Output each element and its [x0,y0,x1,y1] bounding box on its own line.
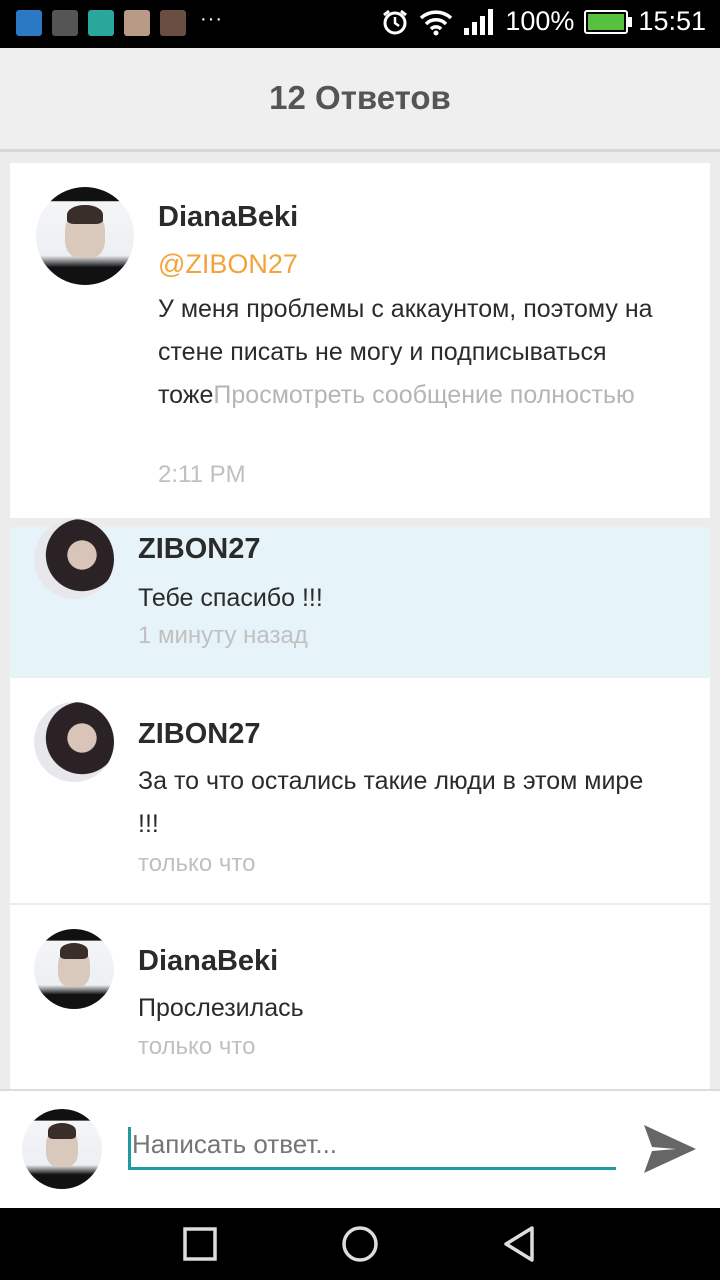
reply-time: только что [138,850,256,877]
send-icon[interactable] [642,1121,698,1177]
reply-author[interactable]: DianaBeki [138,945,278,978]
reply-time: 1 минуту назад [138,622,308,649]
view-full-message-link[interactable]: Просмотреть сообщение полностью [213,381,634,409]
reply-item[interactable]: ZIBON27 Тебе спасибо !!! 1 минуту назад [10,519,710,677]
clock: 15:51 [638,6,706,36]
post-text: У меня проблемы с аккаунтом, поэтому на … [158,288,658,417]
reply-item[interactable]: ZIBON27 За то что остались такие люди в … [10,678,710,904]
reply-author[interactable]: ZIBON27 [138,718,260,751]
app-bar: 12 Ответов [0,48,720,152]
text-caret [128,1127,131,1167]
system-nav-bar [0,1208,720,1280]
home-icon[interactable] [338,1222,382,1266]
avatar[interactable] [34,929,114,1009]
more-notifications-icon: ··· [200,7,223,30]
avatar[interactable] [36,187,134,285]
notification-app-icon [52,10,78,36]
reply-input[interactable] [128,1121,616,1170]
post-mention[interactable]: @ZIBON27 [158,249,298,280]
post-time: 2:11 PM [158,461,246,488]
battery-percent: 100% [505,6,575,36]
my-avatar [22,1109,102,1189]
reply-text: Тебе спасибо !!! [138,584,323,612]
alarm-icon [383,9,408,34]
status-bar: ··· 100% 15:51 [0,0,720,48]
notification-app-icon [160,10,186,36]
reply-time: только что [138,1033,256,1060]
page-title: 12 Ответов [269,79,451,116]
recent-apps-icon[interactable] [178,1222,222,1266]
reply-item[interactable]: DianaBeki Прослезилась только что [10,905,710,1089]
main-post[interactable]: DianaBeki @ZIBON27 У меня проблемы с акк… [10,163,710,518]
notification-app-icon [16,10,42,36]
reply-text: За то что остались такие люди в этом мир… [138,767,644,838]
wifi-icon [420,9,453,35]
signal-icon [464,8,494,35]
avatar[interactable] [34,519,114,599]
notification-app-icon [88,10,114,36]
battery-icon [584,9,633,34]
reply-composer [0,1089,720,1208]
avatar[interactable] [34,702,114,782]
reply-text: Прослезилась [138,994,304,1022]
notification-app-icon [124,10,150,36]
post-author[interactable]: DianaBeki [158,201,298,234]
back-icon[interactable] [498,1222,542,1266]
reply-author[interactable]: ZIBON27 [138,533,260,566]
